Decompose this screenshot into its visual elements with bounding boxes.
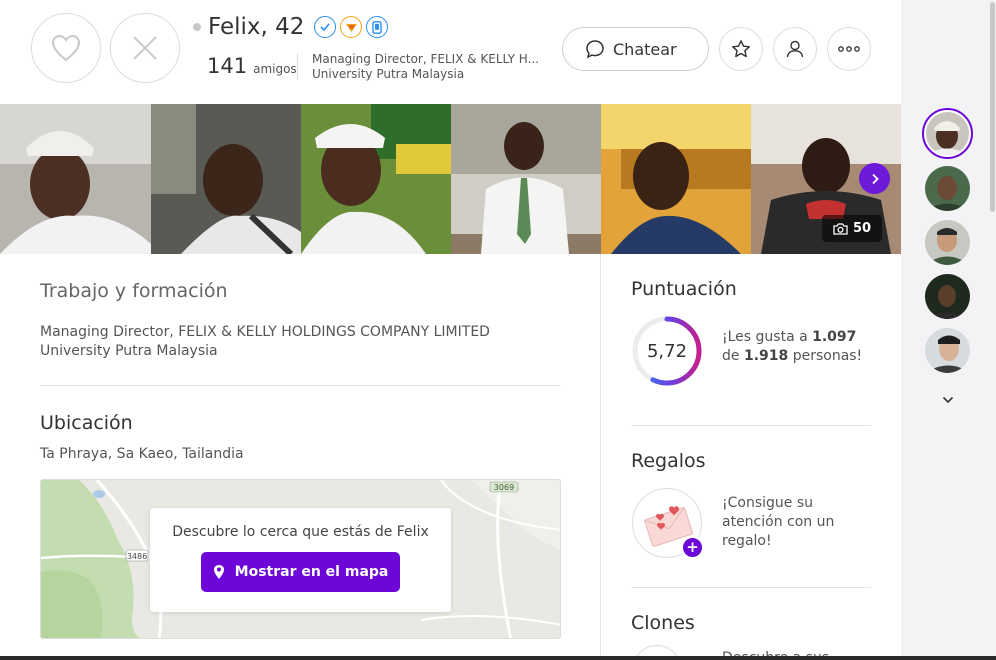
header-work-info: Managing Director, FELIX & KELLY H... Un… xyxy=(312,52,552,82)
profile-name: Felix, 42 xyxy=(208,14,305,40)
work-school: University Putra Malaysia xyxy=(40,343,218,359)
header-divider xyxy=(297,53,298,80)
queue-avatar[interactable] xyxy=(925,220,970,265)
phone-verified-icon[interactable] xyxy=(366,16,389,38)
svg-text:3486: 3486 xyxy=(127,552,147,561)
location-place: Ta Phraya, Sa Kaeo, Tailandia xyxy=(40,446,244,462)
location-heading: Ubicación xyxy=(40,412,133,434)
photo-count-value: 50 xyxy=(852,221,872,236)
svg-text:3069: 3069 xyxy=(494,483,514,492)
profile-panel: Felix, 42 141 amigos Managing Director, … xyxy=(0,0,901,660)
photo-thumbnail[interactable] xyxy=(151,104,301,254)
queue-avatar-active[interactable] xyxy=(922,108,973,159)
favorite-button[interactable] xyxy=(719,27,763,71)
photo-strip xyxy=(0,104,901,254)
chevron-right-icon xyxy=(871,173,879,184)
map-prompt: Descubre lo cerca que estás de Felix xyxy=(172,524,429,540)
map-pin-icon xyxy=(213,565,224,579)
user-icon xyxy=(786,40,804,58)
profile-menu-button[interactable] xyxy=(773,27,817,71)
photo-next-button[interactable] xyxy=(859,163,890,194)
score-description: ¡Les gusta a 1.097 de 1.918 personas! xyxy=(722,329,863,364)
section-divider xyxy=(631,587,871,588)
dislike-button[interactable] xyxy=(110,13,180,83)
photo-thumbnail[interactable] xyxy=(301,104,451,254)
score-heading: Puntuación xyxy=(631,278,737,300)
heart-icon xyxy=(51,34,81,62)
friends-summary[interactable]: 141 amigos xyxy=(207,54,297,78)
like-button[interactable] xyxy=(31,13,101,83)
map-overlay-card: Descubre lo cerca que estás de Felix Mos… xyxy=(150,508,451,612)
work-job: Managing Director, FELIX & KELLY HOLDING… xyxy=(40,324,490,340)
queue-avatar[interactable] xyxy=(925,166,970,211)
score-value: 5,72 xyxy=(646,340,688,362)
map-road-label: 3069 xyxy=(489,481,519,493)
section-divider xyxy=(631,425,871,426)
show-map-label: Mostrar en el mapa xyxy=(234,564,389,580)
header-school: University Putra Malaysia xyxy=(312,67,465,81)
chat-button-label: Chatear xyxy=(613,39,677,59)
chat-button[interactable]: Chatear xyxy=(562,27,709,71)
more-options-button[interactable] xyxy=(827,27,871,71)
rail-more-button[interactable] xyxy=(938,392,958,408)
superhero-badge-icon[interactable] xyxy=(340,16,363,38)
chevron-down-icon xyxy=(942,396,954,404)
profile-name-row: Felix, 42 xyxy=(193,14,389,40)
gifts-description: ¡Consigue su atención con un regalo! xyxy=(722,495,835,549)
photo-count-badge[interactable]: 50 xyxy=(822,215,882,242)
star-icon xyxy=(732,40,750,58)
likes-count: 1.097 xyxy=(812,329,857,345)
scrollbar-thumb[interactable] xyxy=(990,2,995,212)
verified-check-icon[interactable] xyxy=(314,16,337,38)
photo-thumbnail[interactable] xyxy=(601,104,751,254)
photo-thumbnail[interactable] xyxy=(451,104,601,254)
header-job: Managing Director, FELIX & KELLY H... xyxy=(312,52,540,66)
work-heading: Trabajo y formación xyxy=(40,280,228,302)
more-dots-icon xyxy=(838,46,860,52)
section-divider xyxy=(40,385,561,386)
work-details: Managing Director, FELIX & KELLY HOLDING… xyxy=(40,323,490,361)
clones-heading: Clones xyxy=(631,612,695,634)
friends-label: amigos xyxy=(253,62,297,76)
gifts-heading: Regalos xyxy=(631,450,706,472)
close-icon xyxy=(133,36,157,60)
photo-thumbnail[interactable] xyxy=(0,104,151,254)
taskbar-edge xyxy=(0,656,996,660)
badge-group xyxy=(314,16,389,38)
map-road-label: 3486 xyxy=(125,549,149,562)
show-map-button[interactable]: Mostrar en el mapa xyxy=(201,552,400,592)
camera-icon xyxy=(833,222,848,235)
add-gift-icon[interactable]: + xyxy=(681,536,704,559)
friends-count: 141 xyxy=(207,54,248,78)
total-count: 1.918 xyxy=(743,348,789,364)
column-divider xyxy=(600,254,601,660)
queue-avatar[interactable] xyxy=(925,328,970,373)
queue-avatar[interactable] xyxy=(925,274,970,319)
online-status-dot xyxy=(193,23,201,31)
chat-bubble-icon xyxy=(586,40,604,59)
